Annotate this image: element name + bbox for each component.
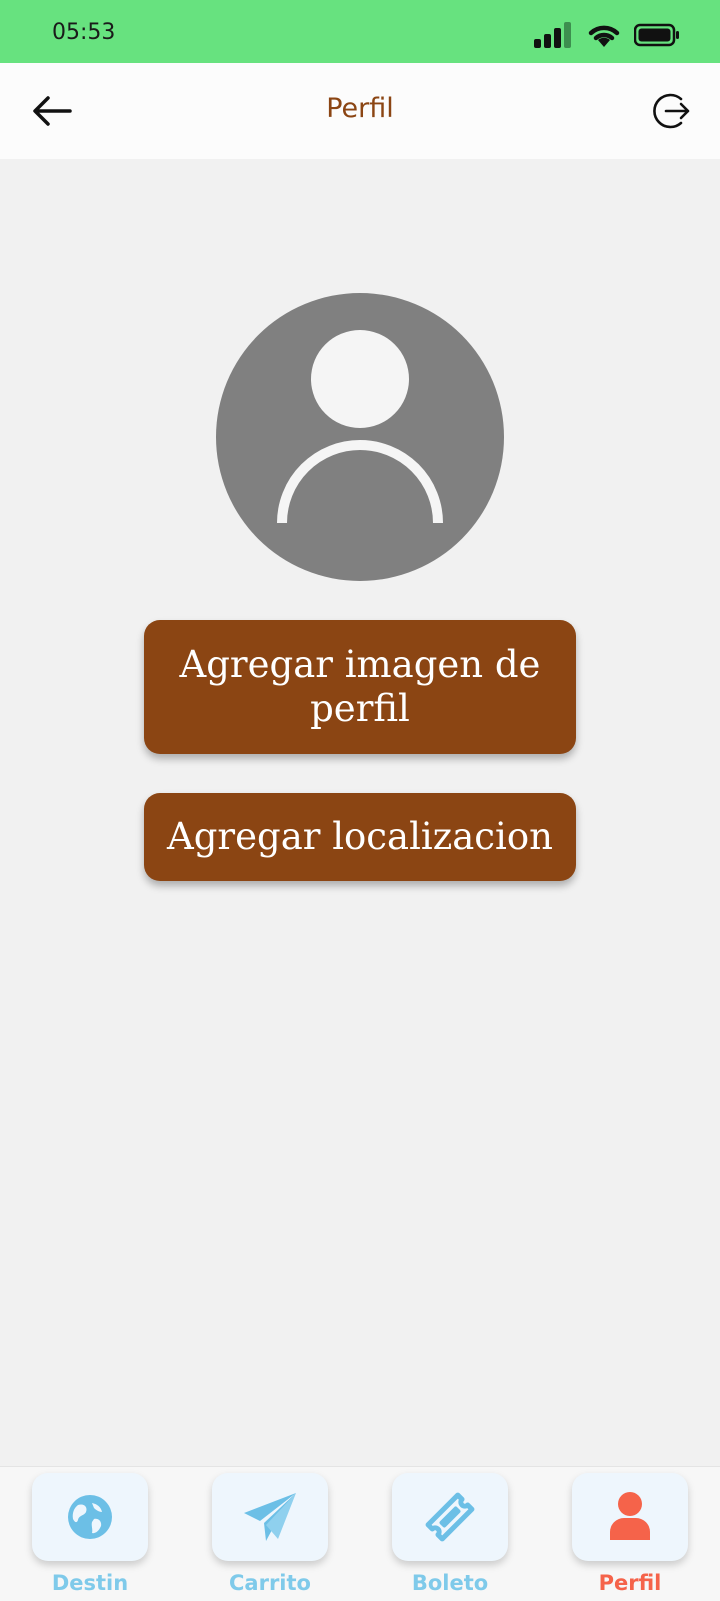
status-time: 05:53 xyxy=(52,20,116,45)
logout-icon[interactable] xyxy=(648,89,692,133)
nav-label-perfil: Perfil xyxy=(598,1571,662,1595)
person-icon xyxy=(610,1492,650,1540)
ticket-icon xyxy=(425,1492,475,1542)
add-profile-image-label: Agregar imagen de perfil xyxy=(179,643,541,730)
nav-item-boleto[interactable]: Boleto xyxy=(392,1473,508,1595)
app-bar: Perfil xyxy=(0,63,720,159)
wifi-icon xyxy=(588,25,620,47)
page-title: Perfil xyxy=(326,93,394,124)
battery-icon xyxy=(634,23,679,47)
nav-tile xyxy=(212,1473,328,1561)
bottom-nav: Destin Carrito Boleto Perfil xyxy=(0,1466,720,1601)
add-location-button[interactable]: Agregar localizacion xyxy=(144,793,576,881)
nav-tile xyxy=(572,1473,688,1561)
nav-label-destin: Destin xyxy=(51,1571,129,1595)
nav-item-perfil[interactable]: Perfil xyxy=(572,1473,688,1595)
nav-tile xyxy=(392,1473,508,1561)
signal-icon xyxy=(534,22,571,48)
nav-item-carrito[interactable]: Carrito xyxy=(212,1473,328,1595)
nav-label-carrito: Carrito xyxy=(229,1571,311,1595)
nav-item-destin[interactable]: Destin xyxy=(32,1473,148,1595)
globe-icon xyxy=(68,1495,112,1539)
status-bar: 05:53 xyxy=(0,0,720,63)
nav-label-boleto: Boleto xyxy=(411,1571,489,1595)
add-profile-image-button[interactable]: Agregar imagen de perfil xyxy=(144,620,576,754)
add-location-label: Agregar localizacion xyxy=(167,815,553,858)
paper-plane-icon xyxy=(244,1493,296,1541)
nav-tile xyxy=(32,1473,148,1561)
avatar xyxy=(216,293,504,581)
status-icons xyxy=(534,20,680,50)
